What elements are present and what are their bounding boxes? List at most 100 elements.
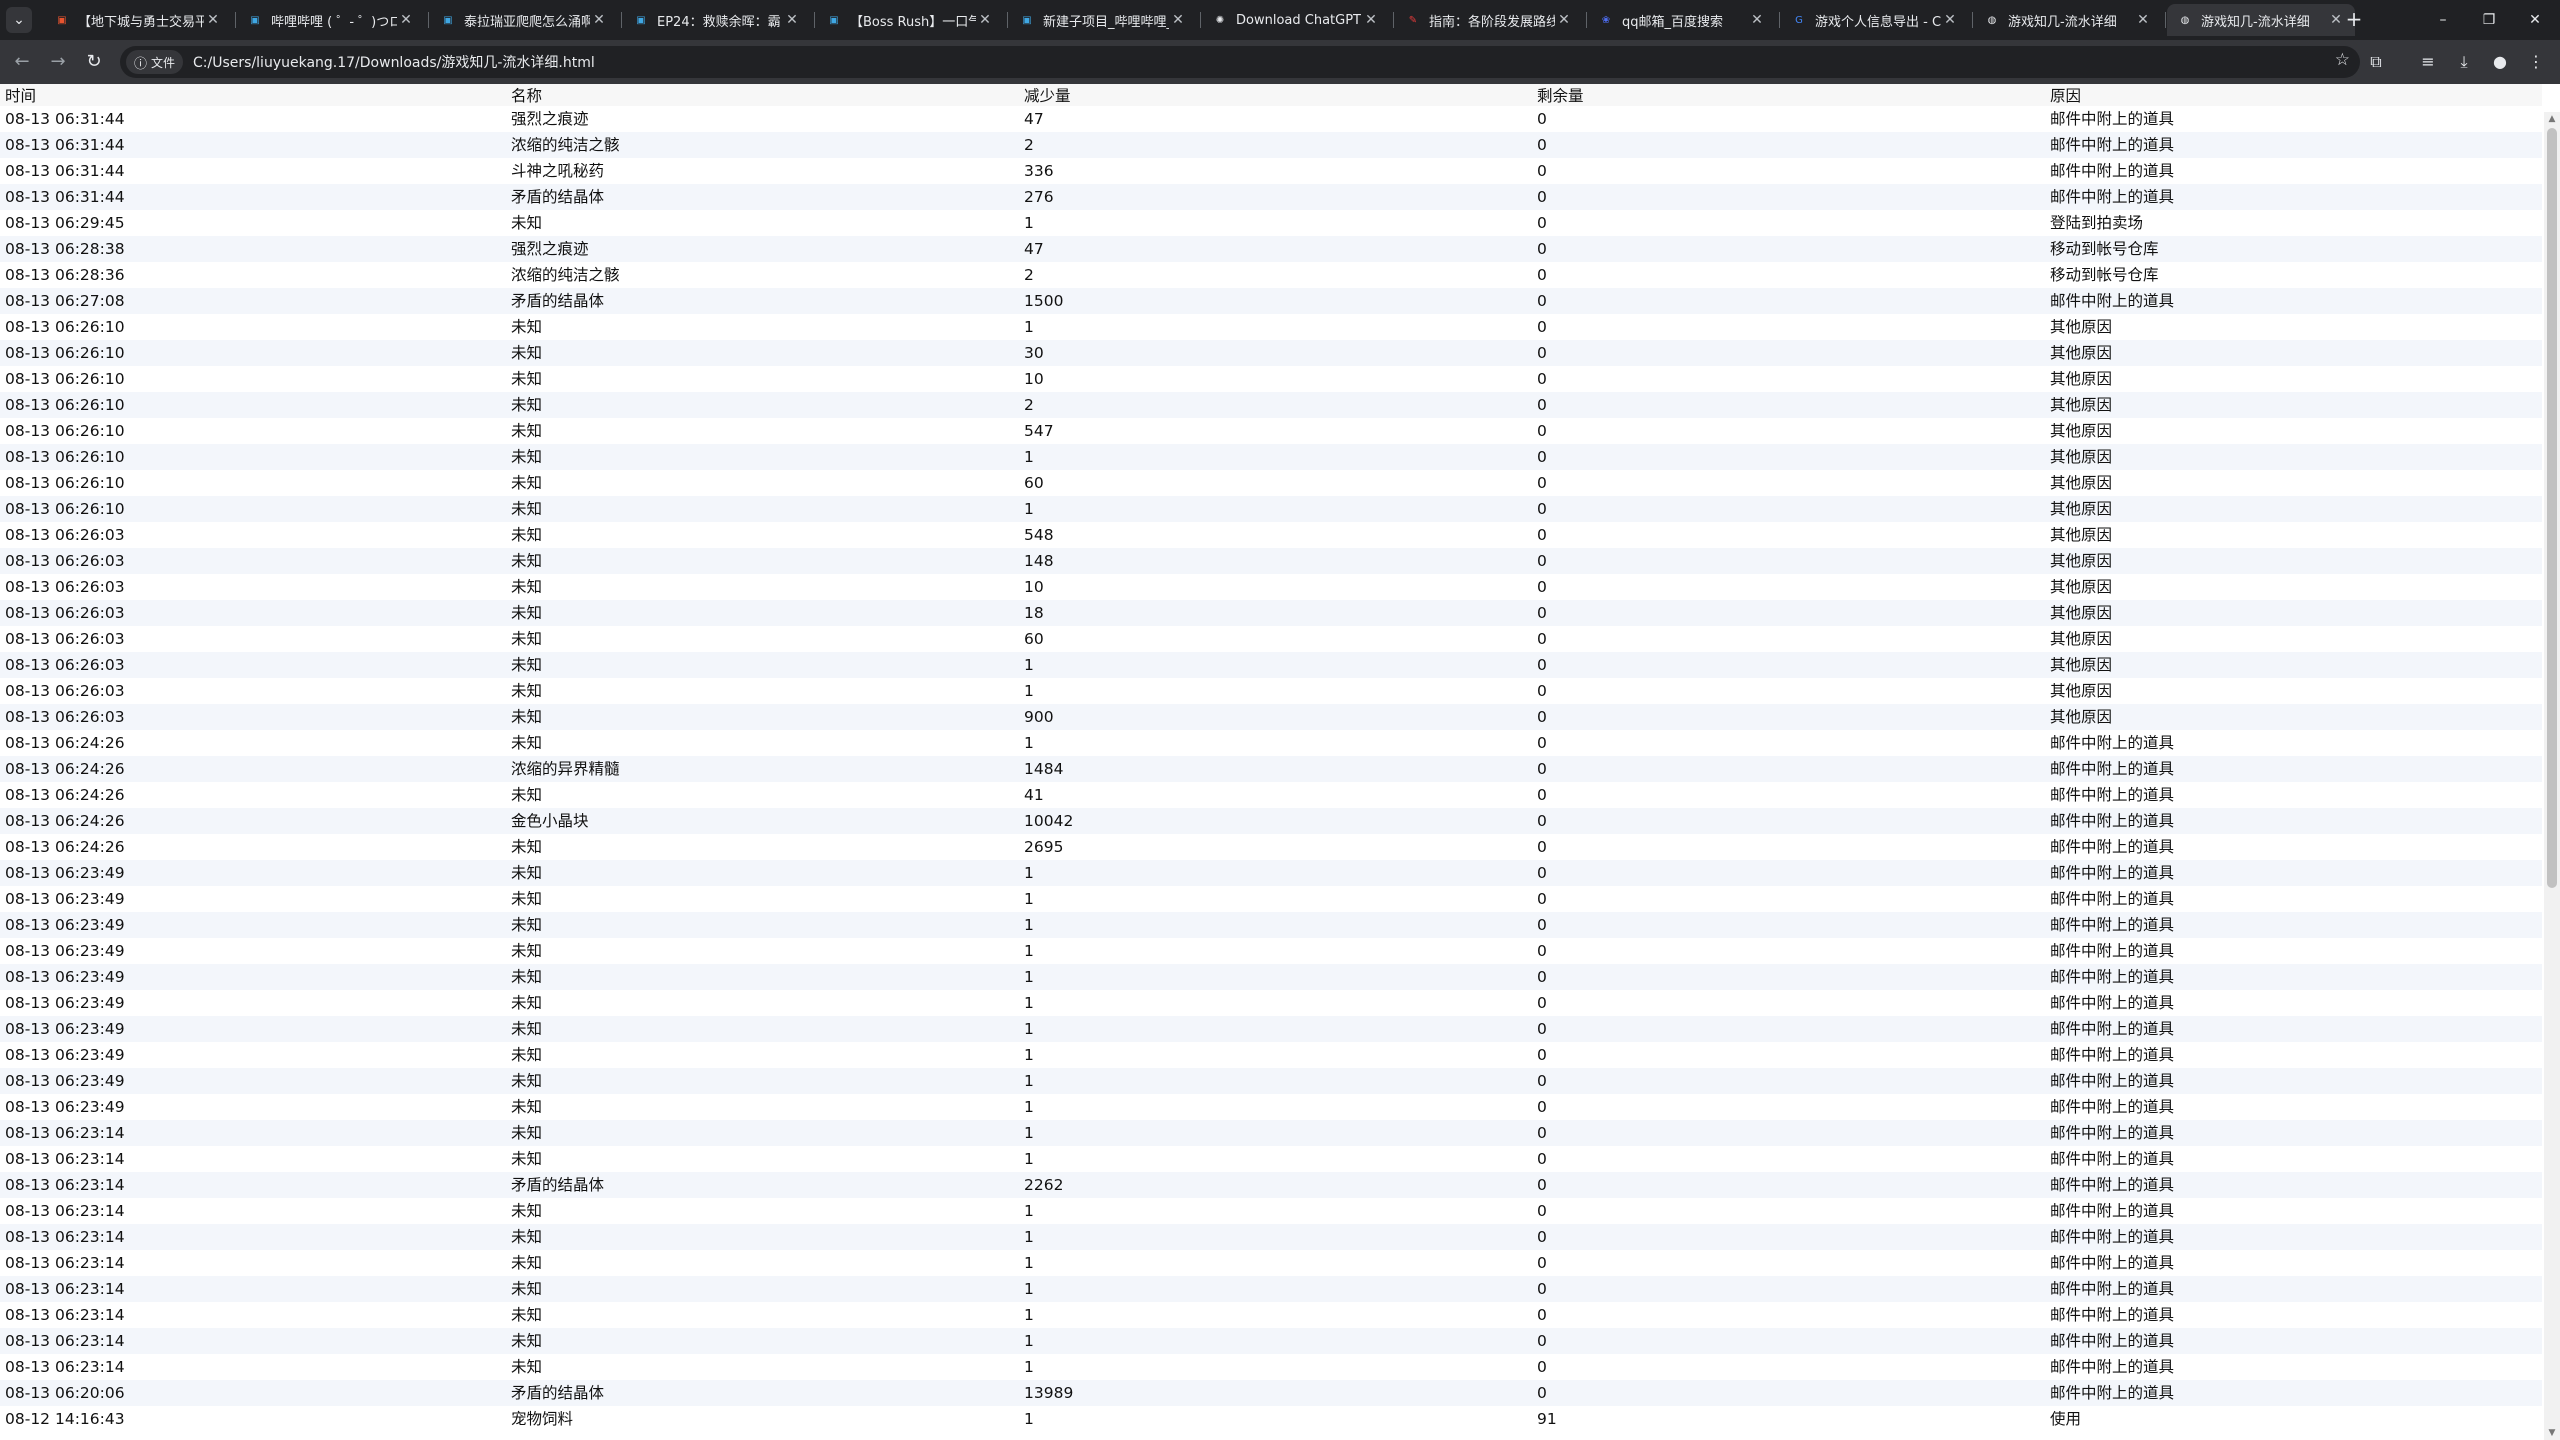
tab-close-icon[interactable]: ✕ — [1748, 12, 1766, 28]
cell-remaining: 0 — [1532, 444, 2045, 470]
cell-time: 08-13 06:20:06 — [0, 1380, 506, 1406]
cell-time: 08-13 06:26:03 — [0, 678, 506, 704]
minimize-button[interactable]: – — [2420, 0, 2466, 40]
page-content: 时间 名称 减少量 剩余量 原因 08-13 06:31:44 强烈之痕迹 47 0 邮… — [0, 84, 2560, 1440]
table-row: 08-13 06:26:03 未知 60 0 其他原因 — [0, 626, 2542, 652]
tab-title: 指南：各阶段发展路线 — [1429, 14, 1555, 30]
vertical-scrollbar[interactable]: ▲ ▼ — [2544, 112, 2560, 1440]
table-row: 08-13 06:23:14 未知 1 0 邮件中附上的道具 — [0, 1146, 2542, 1172]
downloads-icon[interactable]: ⤓ — [2450, 48, 2478, 76]
tab-close-icon[interactable]: ✕ — [1362, 12, 1380, 28]
file-info-chip[interactable]: ⓘ 文件 — [126, 50, 184, 74]
table-row: 08-13 06:23:49 未知 1 0 邮件中附上的道具 — [0, 990, 2542, 1016]
tab-close-icon[interactable]: ✕ — [397, 12, 415, 28]
maximize-button[interactable]: ❐ — [2466, 0, 2512, 40]
browser-tab[interactable]: ◍ 游戏知几-流水详细 ✕ — [1974, 4, 2162, 36]
tab-close-icon[interactable]: ✕ — [1169, 12, 1187, 28]
reload-icon[interactable]: ↻ — [80, 48, 108, 76]
table-row: 08-13 06:26:10 未知 60 0 其他原因 — [0, 470, 2542, 496]
forward-arrow-icon[interactable]: → — [44, 48, 72, 76]
cell-reason: 其他原因 — [2045, 574, 2542, 600]
media-control-icon[interactable]: ≡ — [2414, 48, 2442, 76]
tab-close-icon[interactable]: ✕ — [1941, 12, 1959, 28]
cell-remaining: 0 — [1532, 860, 2045, 886]
browser-tab[interactable]: ◍ 游戏知几-流水详细 ✕ — [2167, 4, 2355, 36]
cell-name: 未知 — [506, 1120, 1019, 1146]
cell-decrease: 2695 — [1019, 834, 1532, 860]
browser-tab[interactable]: ▣ 哔哩哔哩 ( ゜- ゜)つロ ✕ — [237, 4, 425, 36]
cell-name: 未知 — [506, 834, 1019, 860]
tab-close-icon[interactable]: ✕ — [976, 12, 994, 28]
new-tab-button[interactable]: + — [2342, 8, 2366, 32]
table-row: 08-12 14:16:43 宠物饲料 1 91 使用 — [0, 1406, 2542, 1432]
scrollbar-thumb[interactable] — [2547, 128, 2557, 888]
back-arrow-icon[interactable]: ← — [8, 48, 36, 76]
cell-reason: 邮件中附上的道具 — [2045, 860, 2542, 886]
tab-separator — [1586, 12, 1587, 28]
browser-tab[interactable]: G 游戏个人信息导出 - C ✕ — [1781, 4, 1969, 36]
cell-decrease: 10 — [1019, 366, 1532, 392]
tab-title: Download ChatGPT — [1236, 12, 1361, 28]
cell-reason: 其他原因 — [2045, 418, 2542, 444]
cell-time: 08-13 06:26:10 — [0, 392, 506, 418]
bookmark-star-icon[interactable]: ☆ — [2335, 50, 2350, 70]
header-decrease: 减少量 — [1019, 84, 1532, 106]
cell-decrease: 1 — [1019, 1016, 1532, 1042]
cell-time: 08-13 06:26:03 — [0, 548, 506, 574]
tab-close-icon[interactable]: ✕ — [783, 12, 801, 28]
tab-close-icon[interactable]: ✕ — [590, 12, 608, 28]
browser-tab[interactable]: ▣ EP24：救赎余晖：霸 ✕ — [623, 4, 811, 36]
table-row: 08-13 06:26:03 未知 1 0 其他原因 — [0, 678, 2542, 704]
tab-close-icon[interactable]: ✕ — [2134, 12, 2152, 28]
address-bar[interactable]: ⓘ 文件 C:/Users/liuyuekang.17/Downloads/游戏… — [120, 46, 2360, 78]
cell-reason: 邮件中附上的道具 — [2045, 184, 2542, 210]
table-row: 08-13 06:26:03 未知 148 0 其他原因 — [0, 548, 2542, 574]
table-row: 08-13 06:31:44 强烈之痕迹 47 0 邮件中附上的道具 — [0, 106, 2542, 132]
cell-decrease: 1 — [1019, 1094, 1532, 1120]
cell-name: 未知 — [506, 1068, 1019, 1094]
cell-decrease: 1 — [1019, 1406, 1532, 1432]
cell-name: 未知 — [506, 1250, 1019, 1276]
cell-remaining: 0 — [1532, 1068, 2045, 1094]
cell-remaining: 0 — [1532, 470, 2045, 496]
browser-tab[interactable]: ✺ Download ChatGPT ✕ — [1202, 4, 1390, 36]
menu-kebab-icon[interactable]: ⋮ — [2522, 48, 2550, 76]
header-name: 名称 — [506, 84, 1019, 106]
cell-reason: 邮件中附上的道具 — [2045, 1328, 2542, 1354]
cell-remaining: 0 — [1532, 964, 2045, 990]
profile-icon[interactable]: ● — [2486, 48, 2514, 76]
cell-remaining: 0 — [1532, 756, 2045, 782]
cell-time: 08-13 06:23:14 — [0, 1354, 506, 1380]
tab-close-icon[interactable]: ✕ — [1555, 12, 1573, 28]
cell-reason: 邮件中附上的道具 — [2045, 1146, 2542, 1172]
browser-tab[interactable]: ▣ 新建子项目_哔哩哔哩_ ✕ — [1009, 4, 1197, 36]
close-window-button[interactable]: ✕ — [2512, 0, 2558, 40]
browser-tab[interactable]: ▣ 【Boss Rush】一口气 ✕ — [816, 4, 1004, 36]
table-row: 08-13 06:24:26 未知 1 0 邮件中附上的道具 — [0, 730, 2542, 756]
cell-decrease: 10042 — [1019, 808, 1532, 834]
cell-decrease: 60 — [1019, 626, 1532, 652]
table-row: 08-13 06:27:08 矛盾的结晶体 1500 0 邮件中附上的道具 — [0, 288, 2542, 314]
table-row: 08-13 06:24:26 未知 41 0 邮件中附上的道具 — [0, 782, 2542, 808]
cell-decrease: 1 — [1019, 964, 1532, 990]
cell-decrease: 148 — [1019, 548, 1532, 574]
tab-search-button[interactable]: ⌄ — [6, 7, 32, 33]
scroll-up-arrow-icon[interactable]: ▲ — [2544, 112, 2560, 126]
extensions-icon[interactable]: ⧉ — [2362, 48, 2390, 76]
browser-tab[interactable]: ❀ qq邮箱_百度搜索 ✕ — [1588, 4, 1776, 36]
browser-tab[interactable]: ✎ 指南：各阶段发展路线 ✕ — [1395, 4, 1583, 36]
url-text[interactable]: C:/Users/liuyuekang.17/Downloads/游戏知几-流水… — [193, 52, 595, 72]
cell-name: 未知 — [506, 1042, 1019, 1068]
table-row: 08-13 06:26:03 未知 548 0 其他原因 — [0, 522, 2542, 548]
table-row: 08-13 06:23:49 未知 1 0 邮件中附上的道具 — [0, 860, 2542, 886]
cell-name: 未知 — [506, 574, 1019, 600]
cell-time: 08-13 06:26:10 — [0, 444, 506, 470]
browser-tab[interactable]: ▣ 【地下城与勇士交易平 ✕ — [44, 4, 232, 36]
tab-close-icon[interactable]: ✕ — [204, 12, 222, 28]
cell-decrease: 1 — [1019, 886, 1532, 912]
browser-tab[interactable]: ▣ 泰拉瑞亚爬爬怎么涌啊 ✕ — [430, 4, 618, 36]
scroll-down-arrow-icon[interactable]: ▼ — [2544, 1426, 2560, 1440]
tab-title: 游戏知几-流水详细 — [2201, 14, 2310, 30]
cell-reason: 邮件中附上的道具 — [2045, 1172, 2542, 1198]
cell-name: 未知 — [506, 340, 1019, 366]
